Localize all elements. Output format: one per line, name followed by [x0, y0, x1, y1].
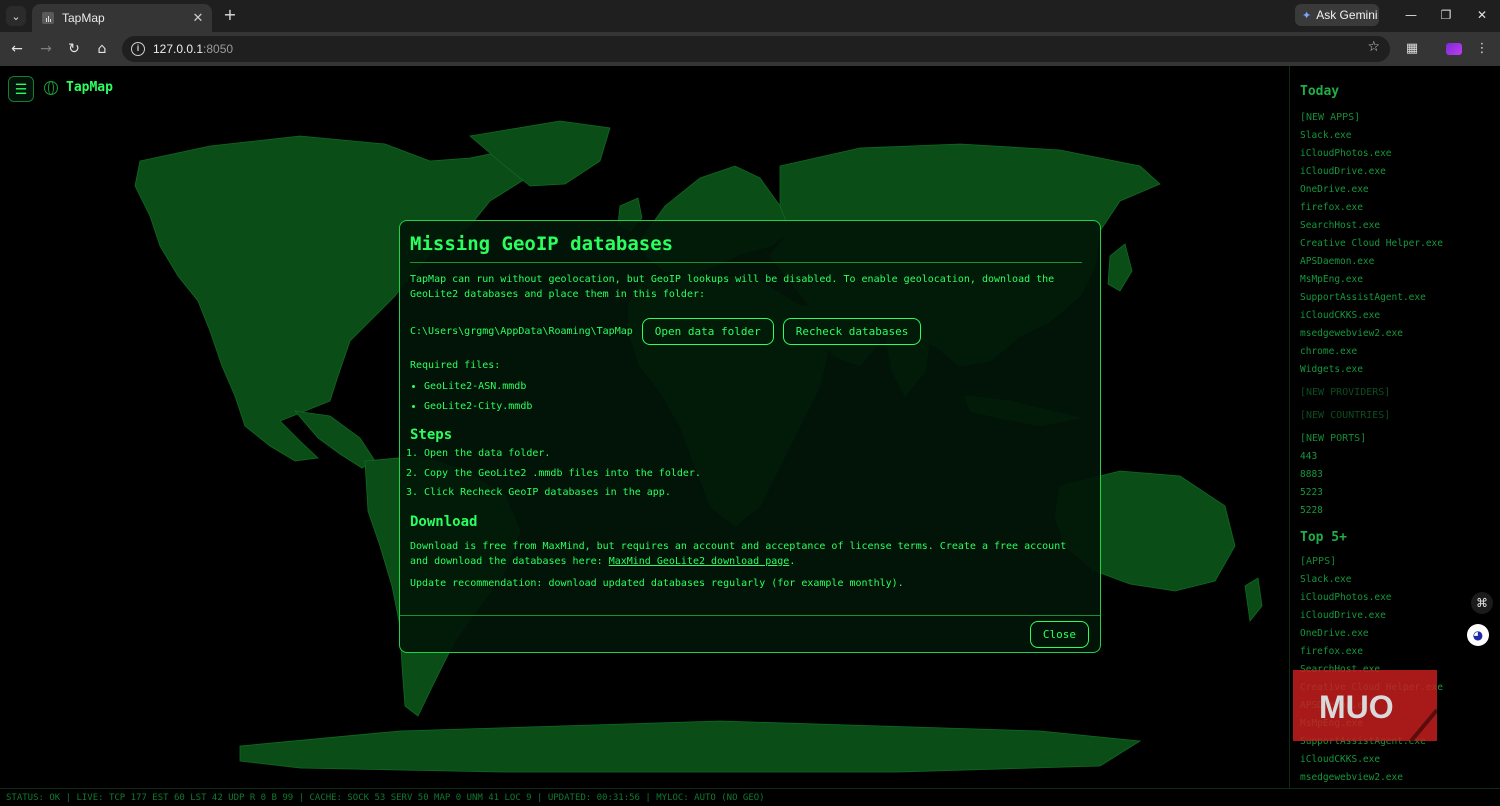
recheck-databases-button[interactable]: Recheck databases	[782, 318, 922, 345]
new-app-item: Slack.exe	[1300, 130, 1352, 141]
top-app-item: firefox.exe	[1300, 646, 1363, 657]
top-heading: Top 5+	[1300, 530, 1347, 545]
address-bar[interactable]: i 127.0.0.1:8050 ☆	[122, 36, 1390, 62]
panel-scrollbar[interactable]	[1487, 66, 1500, 788]
new-tab-plus-icon[interactable]: +	[220, 5, 240, 25]
new-app-item: Creative Cloud Helper.exe	[1300, 238, 1443, 249]
apps-label: [APPS]	[1300, 556, 1337, 567]
new-port-item: 5228	[1300, 505, 1323, 516]
tab-title: TapMap	[62, 11, 105, 25]
new-apps-list: Slack.exe iCloudPhotos.exe iCloudDrive.exe…	[1300, 127, 1487, 379]
tab-search-chevron-icon[interactable]: ⌄	[6, 6, 26, 26]
browser-tab-strip: ⌄ TapMap ✕ + ✦ Ask Gemini — ❐ ✕	[0, 0, 1500, 32]
reload-icon[interactable]: ↻	[63, 38, 85, 60]
step-item: Copy the GeoLite2 .mmdb files into the f…	[424, 464, 1082, 484]
browser-tab[interactable]: TapMap ✕	[32, 4, 212, 32]
dialog-footer: Close	[400, 615, 1100, 654]
top-app-item: Slack.exe	[1300, 574, 1352, 585]
missing-geoip-dialog: Missing GeoIP databases TapMap can run w…	[399, 220, 1101, 653]
new-app-item: APSDaemon.exe	[1300, 256, 1375, 267]
required-file: GeoLite2-ASN.mmdb	[424, 377, 1082, 397]
top-app-item: OneDrive.exe	[1300, 628, 1369, 639]
new-app-item: iCloudCKKS.exe	[1300, 310, 1381, 321]
new-app-item: OneDrive.exe	[1300, 184, 1369, 195]
new-providers-label: [NEW PROVIDERS]	[1300, 387, 1391, 398]
home-icon[interactable]: ⌂	[91, 38, 113, 60]
bookmark-star-icon[interactable]: ☆	[1367, 39, 1380, 55]
status-bar: STATUS: OK | LIVE: TCP 177 EST 60 LST 42…	[0, 788, 1500, 806]
steps-list: Open the data folder. Copy the GeoLite2 …	[410, 444, 1082, 503]
gemini-sparkle-icon: ✦	[1302, 9, 1312, 22]
new-app-item: SearchHost.exe	[1300, 220, 1381, 231]
extensions-puzzle-icon[interactable]: ▦	[1402, 39, 1422, 59]
new-ports-label: [NEW PORTS]	[1300, 433, 1367, 444]
new-app-item: Widgets.exe	[1300, 364, 1363, 375]
dialog-title: Missing GeoIP databases	[410, 232, 1082, 263]
required-files-label: Required files:	[410, 360, 501, 371]
japan-landmass	[1107, 243, 1133, 292]
app-brand: TapMap	[44, 80, 113, 95]
dialog-body: Missing GeoIP databases TapMap can run w…	[410, 229, 1082, 591]
download-text-after: .	[789, 555, 796, 567]
url-host: 127.0.0.1	[153, 42, 204, 56]
browser-toolbar: ← → ↻ ⌂ i 127.0.0.1:8050 ☆ ▦ ⋮	[0, 32, 1500, 66]
new-app-item: iCloudDrive.exe	[1300, 166, 1386, 177]
new-app-item: chrome.exe	[1300, 346, 1358, 357]
new-zealand-landmass	[1244, 577, 1263, 622]
new-app-item: MsMpEng.exe	[1300, 274, 1363, 285]
globe-icon	[44, 80, 58, 95]
app-title: TapMap	[66, 80, 113, 95]
download-text: Download is free from MaxMind, but requi…	[410, 539, 1082, 569]
assistant-bot-icon[interactable]: ◕	[1467, 624, 1489, 646]
profile-avatar-icon[interactable]	[1446, 43, 1462, 55]
update-recommendation: Update recommendation: download updated …	[410, 577, 904, 589]
close-button[interactable]: Close	[1029, 621, 1089, 648]
tab-favicon-icon	[42, 12, 54, 24]
required-files-list: GeoLite2-ASN.mmdb GeoLite2-City.mmdb	[410, 377, 1082, 416]
antarctica-landmass	[239, 720, 1142, 773]
back-arrow-icon[interactable]: ←	[6, 38, 28, 60]
new-countries-label: [NEW COUNTRIES]	[1300, 410, 1391, 421]
intro-text: TapMap can run without geolocation, but …	[410, 274, 1055, 300]
step-item: Click Recheck GeoIP databases in the app…	[424, 483, 1082, 503]
command-icon[interactable]: ⌘	[1471, 592, 1493, 614]
tapmap-app: ☰ TapMap Today [NEW APPS] Slack.exe iClou…	[0, 66, 1500, 806]
muo-watermark-logo: MUO	[1293, 670, 1437, 741]
watermark-text: MUO	[1319, 689, 1394, 725]
step-item: Open the data folder.	[424, 444, 1082, 464]
window-close-icon[interactable]: ✕	[1467, 5, 1497, 25]
new-app-item: SupportAssistAgent.exe	[1300, 292, 1426, 303]
new-app-item: firefox.exe	[1300, 202, 1363, 213]
site-info-icon[interactable]: i	[131, 42, 145, 56]
ask-gemini-button[interactable]: ✦ Ask Gemini	[1295, 4, 1379, 26]
browser-menu-icon[interactable]: ⋮	[1472, 39, 1492, 59]
new-port-item: 443	[1300, 451, 1318, 462]
new-apps-label: [NEW APPS]	[1300, 112, 1361, 123]
forward-arrow-icon[interactable]: →	[35, 38, 57, 60]
steps-heading: Steps	[410, 427, 453, 443]
top-app-item: msedgewebview2.exe	[1300, 772, 1403, 783]
new-ports-list: 443 8883 5223 5228	[1300, 448, 1487, 520]
menu-hamburger-icon[interactable]: ☰	[8, 76, 34, 102]
new-port-item: 5223	[1300, 487, 1323, 498]
today-heading: Today	[1300, 84, 1340, 99]
download-heading: Download	[410, 513, 478, 530]
restore-icon[interactable]: ❐	[1431, 5, 1461, 25]
tab-close-icon[interactable]: ✕	[190, 10, 206, 26]
folder-path: C:\Users\grgmg\AppData\Roaming\TapMap	[410, 326, 633, 337]
new-app-item: msedgewebview2.exe	[1300, 328, 1403, 339]
required-file: GeoLite2-City.mmdb	[424, 397, 1082, 417]
top-app-item: iCloudCKKS.exe	[1300, 754, 1381, 765]
top-app-item: iCloudDrive.exe	[1300, 610, 1386, 621]
folder-row: C:\Users\grgmg\AppData\Roaming\TapMap Op…	[410, 318, 1082, 345]
top-app-item: iCloudPhotos.exe	[1300, 592, 1392, 603]
maxmind-download-link[interactable]: MaxMind GeoLite2 download page	[609, 556, 790, 567]
minimize-icon[interactable]: —	[1396, 5, 1426, 25]
open-data-folder-button[interactable]: Open data folder	[641, 318, 774, 345]
new-app-item: iCloudPhotos.exe	[1300, 148, 1392, 159]
ask-gemini-label: Ask Gemini	[1316, 8, 1378, 22]
new-port-item: 8883	[1300, 469, 1323, 480]
url-port: :8050	[203, 42, 234, 56]
